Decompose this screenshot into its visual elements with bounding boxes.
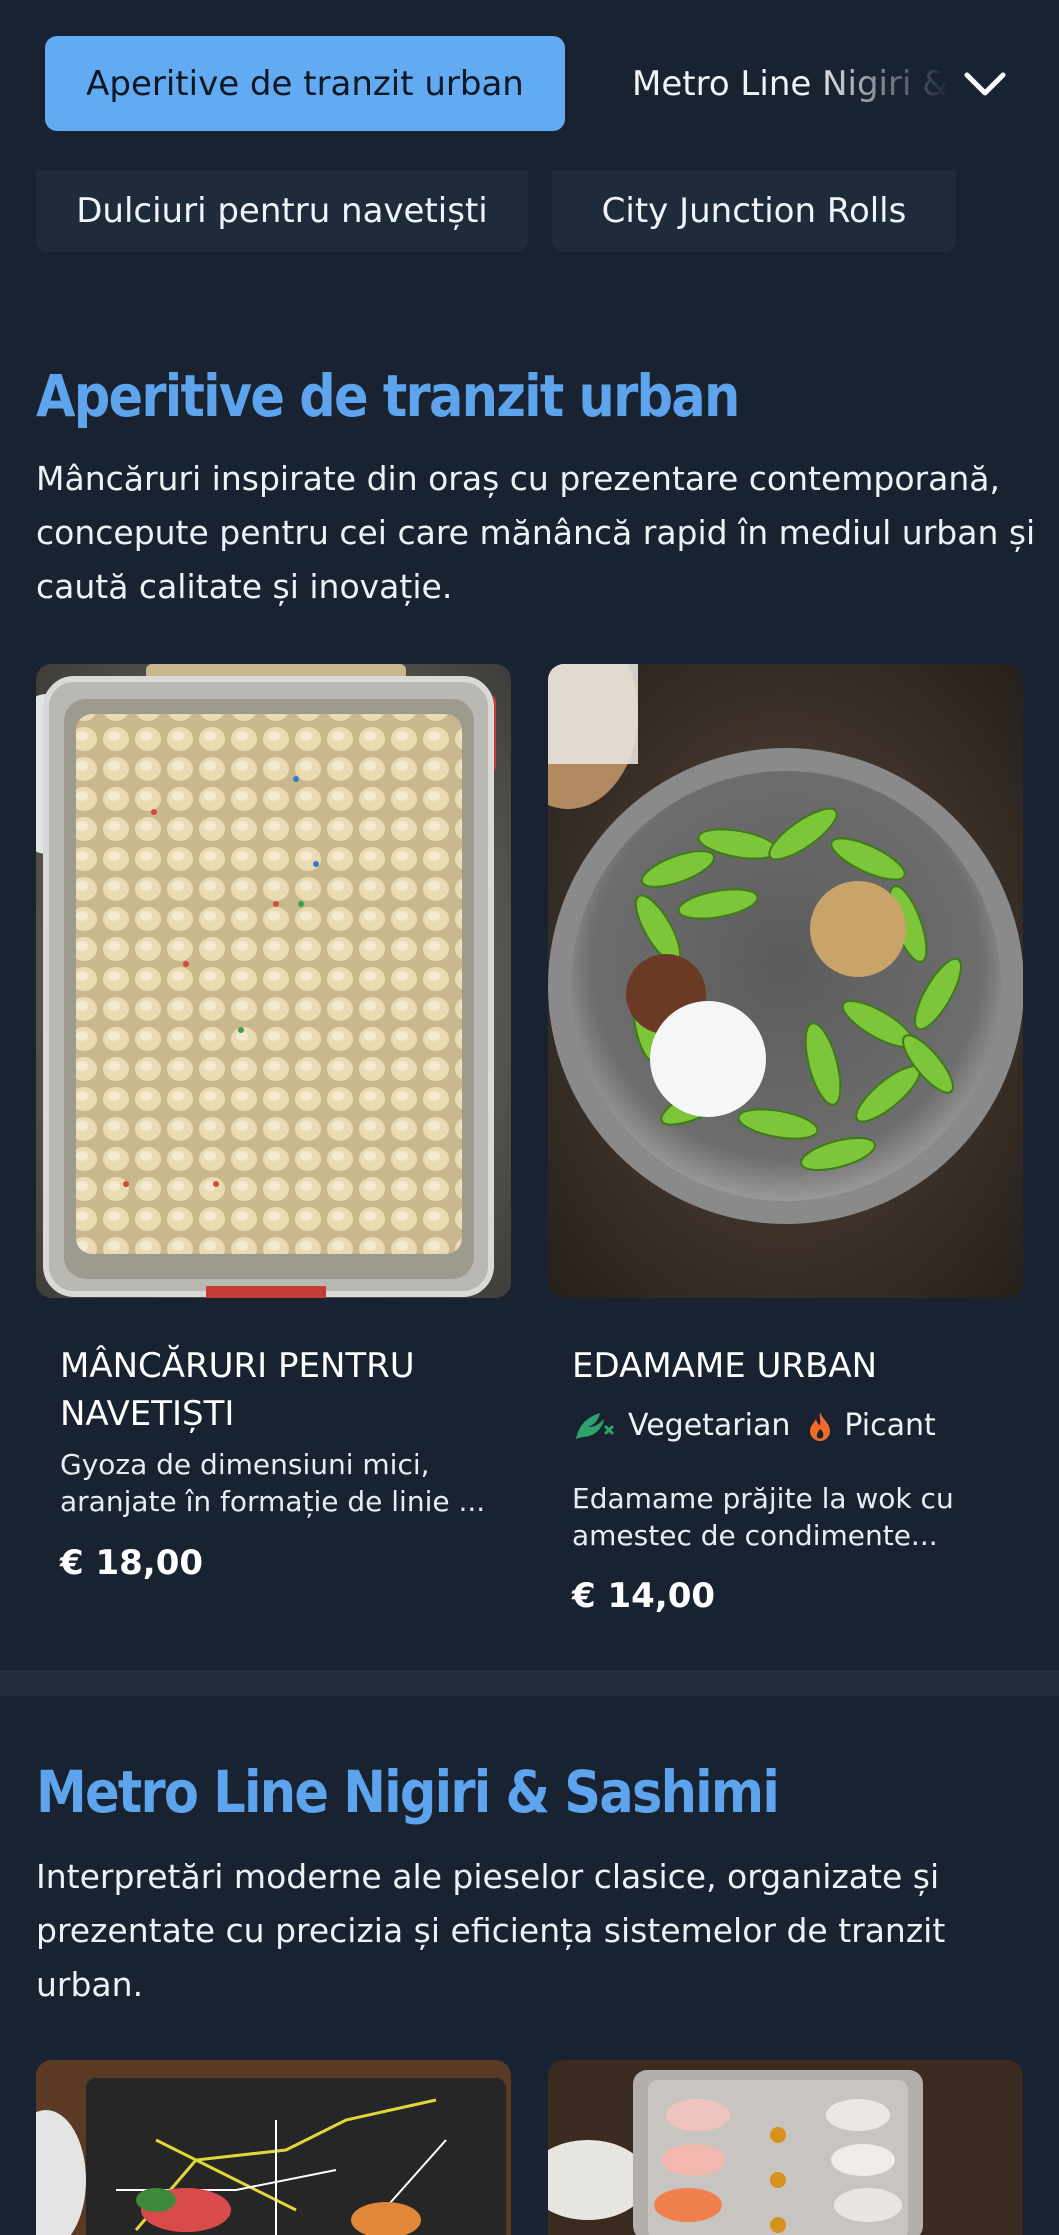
sashimi-plate-image[interactable]	[548, 2060, 1023, 2235]
chevron-down-icon	[964, 72, 1006, 96]
item-tags: Vegetarian Picant	[572, 1408, 954, 1443]
section-description: Interpretări moderne ale pieselor clasic…	[36, 1857, 946, 2004]
edamame-image[interactable]	[548, 664, 1023, 1298]
tab-city-junction[interactable]: City Junction Rolls	[552, 170, 956, 252]
section-title: Metro Line Nigiri & Sashimi	[36, 1758, 780, 1826]
gyoza-image[interactable]	[36, 664, 511, 1298]
item-description: Edamame prăjite la wok cu amestec de con…	[572, 1482, 954, 1552]
tag-spicy: Picant	[808, 1408, 936, 1443]
tag-label: Vegetarian	[628, 1408, 791, 1443]
tab-aperitive[interactable]: Aperitive de tranzit urban	[45, 36, 565, 131]
tag-label: Picant	[844, 1408, 936, 1443]
tab-dulciuri[interactable]: Dulciuri pentru navetiști	[36, 170, 528, 252]
category-nav: Aperitive de tranzit urban Metro Line Ni…	[0, 0, 1059, 170]
spicy-icon	[810, 1411, 831, 1441]
vegetarian-icon	[576, 1412, 614, 1439]
expand-categories-button[interactable]	[955, 55, 1015, 115]
section-description: Mâncăruri inspirate din oraș cu prezenta…	[36, 459, 1036, 606]
item-price: € 18,00	[60, 1543, 204, 1583]
tag-vegetarian: Vegetarian	[572, 1408, 790, 1443]
item-price: € 14,00	[572, 1576, 716, 1616]
section-title: Aperitive de tranzit urban	[36, 362, 740, 430]
item-name[interactable]: MÂNCĂRURI PENTRU NAVETIȘTI	[60, 1342, 500, 1438]
section-divider	[0, 1670, 1059, 1696]
item-description: Gyoza de dimensiuni mici, aranjate în fo…	[60, 1448, 486, 1518]
tab-metro-line[interactable]: Metro Line Nigiri & Sashimi	[632, 36, 952, 131]
item-name[interactable]: EDAMAME URBAN	[572, 1342, 1012, 1390]
nigiri-map-image[interactable]	[36, 2060, 511, 2235]
